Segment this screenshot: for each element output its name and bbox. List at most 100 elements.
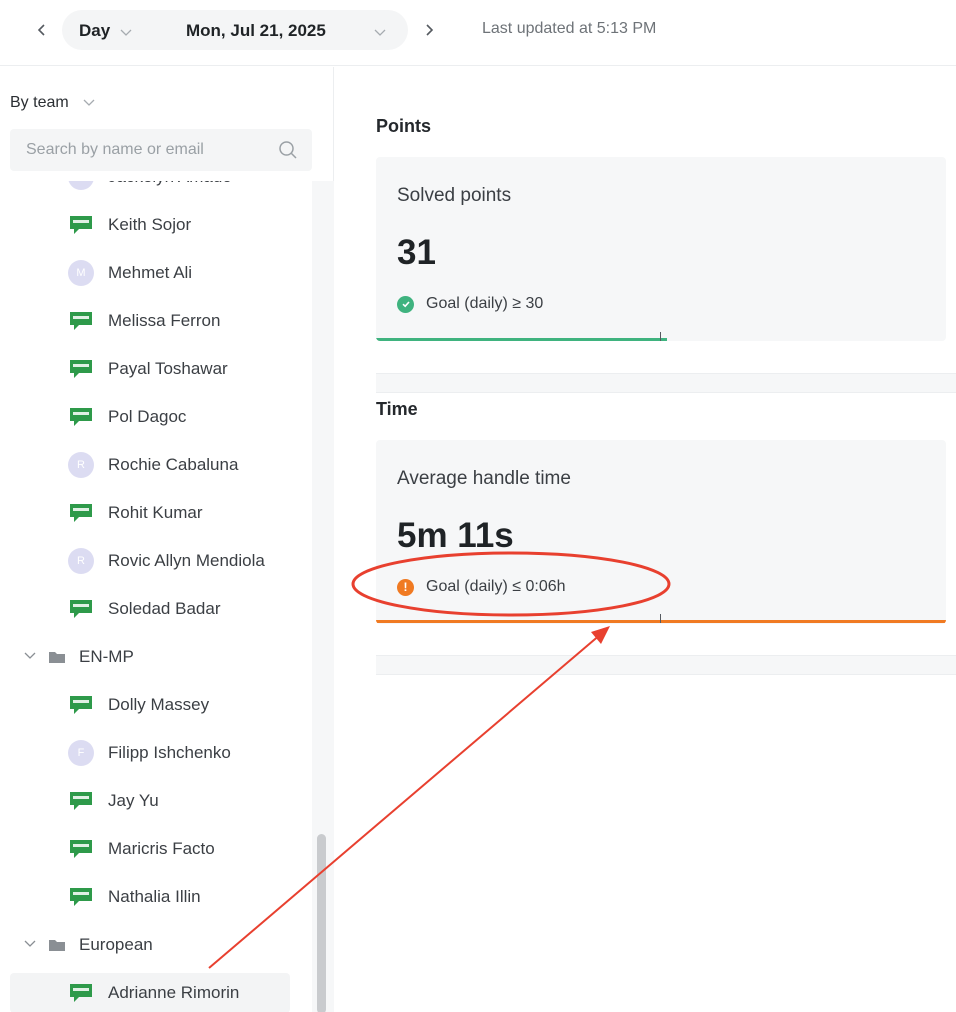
goal-text: Goal (daily) ≤ 0:06h (426, 578, 566, 595)
progress-fill (376, 620, 946, 623)
sidebar: By team J Jackelyn Amado Keith Sojor M Mehme… (0, 67, 334, 1012)
agent-row[interactable]: Rohit Kumar (10, 493, 290, 533)
section-divider (376, 655, 956, 675)
agent-name: Adrianne Rimorin (108, 983, 240, 1002)
agent-name: Pol Dagoc (108, 407, 187, 426)
agent-row[interactable]: Dolly Massey (10, 685, 290, 725)
agent-row[interactable]: R Rovic Allyn Mendiola (10, 541, 290, 581)
agent-row[interactable]: Nathalia Illin (10, 877, 290, 917)
goal-marker (660, 614, 661, 623)
agent-list: J Jackelyn Amado Keith Sojor M Mehmet Ali Mel… (0, 181, 312, 1012)
date-select[interactable]: Mon, Jul 21, 2025 (186, 21, 326, 41)
avatar: R (68, 548, 94, 574)
progress-fill (376, 338, 667, 341)
goal-text: Goal (daily) ≥ 30 (426, 295, 544, 312)
progress-bar (376, 338, 946, 341)
agent-name: Mehmet Ali (108, 263, 193, 282)
agent-name: Maricris Facto (108, 839, 215, 858)
agent-name: Dolly Massey (108, 695, 210, 714)
chat-bubble-icon (68, 308, 94, 334)
check-circle-icon (397, 295, 414, 313)
agent-name: Keith Sojor (108, 215, 192, 234)
chat-bubble-icon (68, 404, 94, 430)
progress-bar (376, 620, 946, 623)
chevron-down-icon[interactable] (24, 936, 36, 954)
agent-name: Jay Yu (108, 791, 159, 810)
chevron-down-icon[interactable] (120, 25, 132, 43)
agent-name: Rohit Kumar (108, 503, 203, 522)
agent-name: Rochie Cabaluna (108, 455, 239, 474)
period-select[interactable]: Day (79, 21, 110, 41)
last-updated-text: Last updated at 5:13 PM (482, 20, 657, 37)
chat-bubble-icon (68, 884, 94, 910)
agent-row[interactable]: J Jackelyn Amado (10, 181, 290, 197)
search-icon[interactable] (278, 140, 298, 165)
agent-row[interactable]: M Mehmet Ali (10, 253, 290, 293)
chevron-left-icon (37, 24, 45, 36)
agent-name: Soledad Badar (108, 599, 221, 618)
agent-row[interactable]: Pol Dagoc (10, 397, 290, 437)
avatar: M (68, 260, 94, 286)
avatar-initial: R (68, 452, 94, 478)
agent-row[interactable]: Melissa Ferron (10, 301, 290, 341)
avatar-initial: J (68, 181, 94, 190)
average-handle-time-card[interactable]: Average handle time 5m 11s ! Goal (daily… (376, 440, 946, 624)
avatar-initial: R (68, 548, 94, 574)
chat-bubble-icon (68, 212, 94, 238)
metric-value: 5m 11s (397, 516, 514, 555)
date-selector: Day Mon, Jul 21, 2025 (62, 10, 408, 50)
chat-bubble-icon (68, 500, 94, 526)
search-box (10, 129, 312, 171)
chevron-down-icon (83, 99, 95, 106)
agent-row[interactable]: Payal Toshawar (10, 349, 290, 389)
avatar: F (68, 740, 94, 766)
avatar-initial: M (68, 260, 94, 286)
avatar: J (68, 181, 94, 190)
agent-row[interactable]: Adrianne Rimorin (10, 973, 290, 1012)
chevron-down-icon[interactable] (374, 25, 386, 43)
metric-label: Average handle time (397, 468, 571, 489)
goal-status: Goal (daily) ≥ 30 (397, 295, 543, 313)
goal-status: ! Goal (daily) ≤ 0:06h (397, 578, 566, 596)
agent-row[interactable]: Maricris Facto (10, 829, 290, 869)
team-group-row[interactable]: EN-MP (10, 637, 290, 677)
team-group-row[interactable]: European (10, 925, 290, 965)
chat-bubble-icon (68, 980, 94, 1006)
next-date-button[interactable] (417, 18, 441, 42)
chevron-down-icon[interactable] (24, 648, 36, 666)
team-name: EN-MP (79, 647, 134, 666)
agent-name: Rovic Allyn Mendiola (108, 551, 265, 570)
chat-bubble-icon (68, 788, 94, 814)
agent-name: Jackelyn Amado (108, 181, 232, 187)
top-bar: Day Mon, Jul 21, 2025 Last updated at 5:… (0, 0, 956, 66)
points-section-title: Points (376, 116, 432, 136)
chevron-right-icon (426, 24, 434, 36)
search-input[interactable] (10, 129, 260, 171)
avatar: R (68, 452, 94, 478)
group-by-label: By team (10, 94, 69, 111)
agent-row[interactable]: Keith Sojor (10, 205, 290, 245)
chat-bubble-icon (68, 692, 94, 718)
group-by-select[interactable]: By team (10, 94, 95, 112)
agent-name: Melissa Ferron (108, 311, 221, 330)
agent-name: Payal Toshawar (108, 359, 228, 378)
folder-icon (48, 938, 66, 957)
folder-icon (48, 650, 66, 669)
scrollbar-thumb[interactable] (317, 834, 326, 1012)
agent-row[interactable]: Jay Yu (10, 781, 290, 821)
previous-date-button[interactable] (30, 18, 54, 42)
chat-bubble-icon (68, 836, 94, 862)
agent-row[interactable]: F Filipp Ishchenko (10, 733, 290, 773)
agent-name: Filipp Ishchenko (108, 743, 231, 762)
agent-name: Nathalia Illin (108, 887, 201, 906)
agent-row[interactable]: R Rochie Cabaluna (10, 445, 290, 485)
metric-value: 31 (397, 233, 436, 272)
goal-marker (660, 332, 661, 341)
chat-bubble-icon (68, 596, 94, 622)
warning-circle-icon: ! (397, 578, 414, 596)
metric-label: Solved points (397, 185, 512, 206)
time-section-title: Time (376, 399, 418, 419)
section-divider (376, 373, 956, 393)
agent-row[interactable]: Soledad Badar (10, 589, 290, 629)
solved-points-card[interactable]: Solved points 31 Goal (daily) ≥ 30 (376, 157, 946, 341)
